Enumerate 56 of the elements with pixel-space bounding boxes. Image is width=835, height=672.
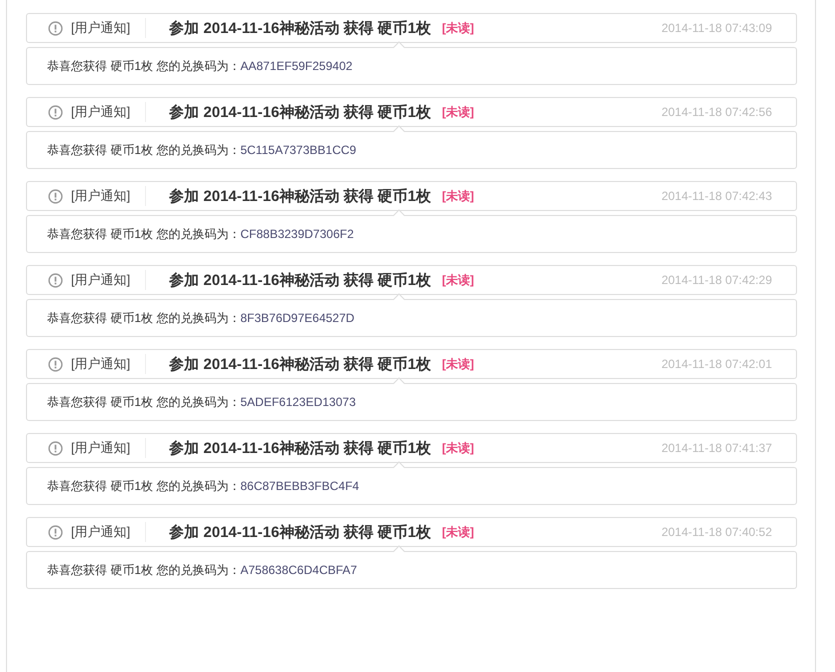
unread-label: [未读] [442, 104, 474, 120]
notification-title: 参加 2014-11-16神秘活动 获得 硬币1枚 [169, 438, 431, 458]
unread-label: [未读] [442, 188, 474, 204]
redeem-code: AA871EF59F259402 [240, 59, 352, 73]
unread-label: [未读] [442, 440, 474, 456]
timestamp: 2014-11-18 07:43:09 [661, 21, 772, 35]
category-label: [用户通知] [71, 19, 130, 37]
unread-label: [未读] [442, 20, 474, 36]
notification-header[interactable]: [用户通知] 参加 2014-11-16神秘活动 获得 硬币1枚 [未读] 2014-11-18 07:42:01 [26, 349, 797, 379]
notification-title: 参加 2014-11-16神秘活动 获得 硬币1枚 [169, 102, 431, 122]
redeem-code: 86C87BEBB3FBC4F4 [240, 479, 360, 493]
alert-icon [48, 272, 63, 288]
category-label: [用户通知] [71, 103, 130, 121]
redeem-code: 5ADEF6123ED13073 [240, 395, 356, 409]
redeem-code: 5C115A7373BB1CC9 [240, 143, 356, 157]
notification-title: 参加 2014-11-16神秘活动 获得 硬币1枚 [169, 270, 431, 290]
notification-title: 参加 2014-11-16神秘活动 获得 硬币1枚 [169, 186, 431, 206]
alert-icon [48, 188, 63, 204]
alert-icon [48, 524, 63, 540]
category-label: [用户通知] [71, 523, 130, 541]
message-text: 恭喜您获得 硬币1枚 您的兑换码为： [47, 562, 240, 578]
category-label: [用户通知] [71, 271, 130, 289]
notification-title: 参加 2014-11-16神秘活动 获得 硬币1枚 [169, 18, 431, 38]
notification-title: 参加 2014-11-16神秘活动 获得 硬币1枚 [169, 354, 431, 374]
notification-header[interactable]: [用户通知] 参加 2014-11-16神秘活动 获得 硬币1枚 [未读] 2014-11-18 07:42:43 [26, 181, 797, 211]
alert-icon [48, 356, 63, 372]
unread-label: [未读] [442, 272, 474, 288]
notification-header[interactable]: [用户通知] 参加 2014-11-16神秘活动 获得 硬币1枚 [未读] 2014-11-18 07:42:29 [26, 265, 797, 295]
message-text: 恭喜您获得 硬币1枚 您的兑换码为： [47, 58, 240, 74]
message-text: 恭喜您获得 硬币1枚 您的兑换码为： [47, 394, 240, 410]
category-label: [用户通知] [71, 439, 130, 457]
timestamp: 2014-11-18 07:42:01 [661, 357, 772, 371]
notification-header[interactable]: [用户通知] 参加 2014-11-16神秘活动 获得 硬币1枚 [未读] 2014-11-18 07:40:52 [26, 517, 797, 547]
alert-icon [48, 20, 63, 36]
message-text: 恭喜您获得 硬币1枚 您的兑换码为： [47, 226, 240, 242]
category-label: [用户通知] [71, 355, 130, 373]
message-text: 恭喜您获得 硬币1枚 您的兑换码为： [47, 478, 240, 494]
notification-title: 参加 2014-11-16神秘活动 获得 硬币1枚 [169, 522, 431, 542]
notification-header[interactable]: [用户通知] 参加 2014-11-16神秘活动 获得 硬币1枚 [未读] 2014-11-18 07:41:37 [26, 433, 797, 463]
redeem-code: 8F3B76D97E64527D [240, 311, 354, 325]
category-label: [用户通知] [71, 187, 130, 205]
timestamp: 2014-11-18 07:42:56 [661, 105, 772, 119]
timestamp: 2014-11-18 07:42:29 [661, 273, 772, 287]
timestamp: 2014-11-18 07:41:37 [661, 441, 772, 455]
unread-label: [未读] [442, 356, 474, 372]
notification-header[interactable]: [用户通知] 参加 2014-11-16神秘活动 获得 硬币1枚 [未读] 2014-11-18 07:42:56 [26, 97, 797, 127]
message-text: 恭喜您获得 硬币1枚 您的兑换码为： [47, 142, 240, 158]
redeem-code: CF88B3239D7306F2 [240, 227, 354, 241]
timestamp: 2014-11-18 07:42:43 [661, 189, 772, 203]
alert-icon [48, 440, 63, 456]
unread-label: [未读] [442, 524, 474, 540]
notification-header[interactable]: [用户通知] 参加 2014-11-16神秘活动 获得 硬币1枚 [未读] 2014-11-18 07:43:09 [26, 13, 797, 43]
alert-icon [48, 104, 63, 120]
timestamp: 2014-11-18 07:40:52 [661, 525, 772, 539]
redeem-code: A758638C6D4CBFA7 [240, 563, 358, 577]
message-text: 恭喜您获得 硬币1枚 您的兑换码为： [47, 310, 240, 326]
